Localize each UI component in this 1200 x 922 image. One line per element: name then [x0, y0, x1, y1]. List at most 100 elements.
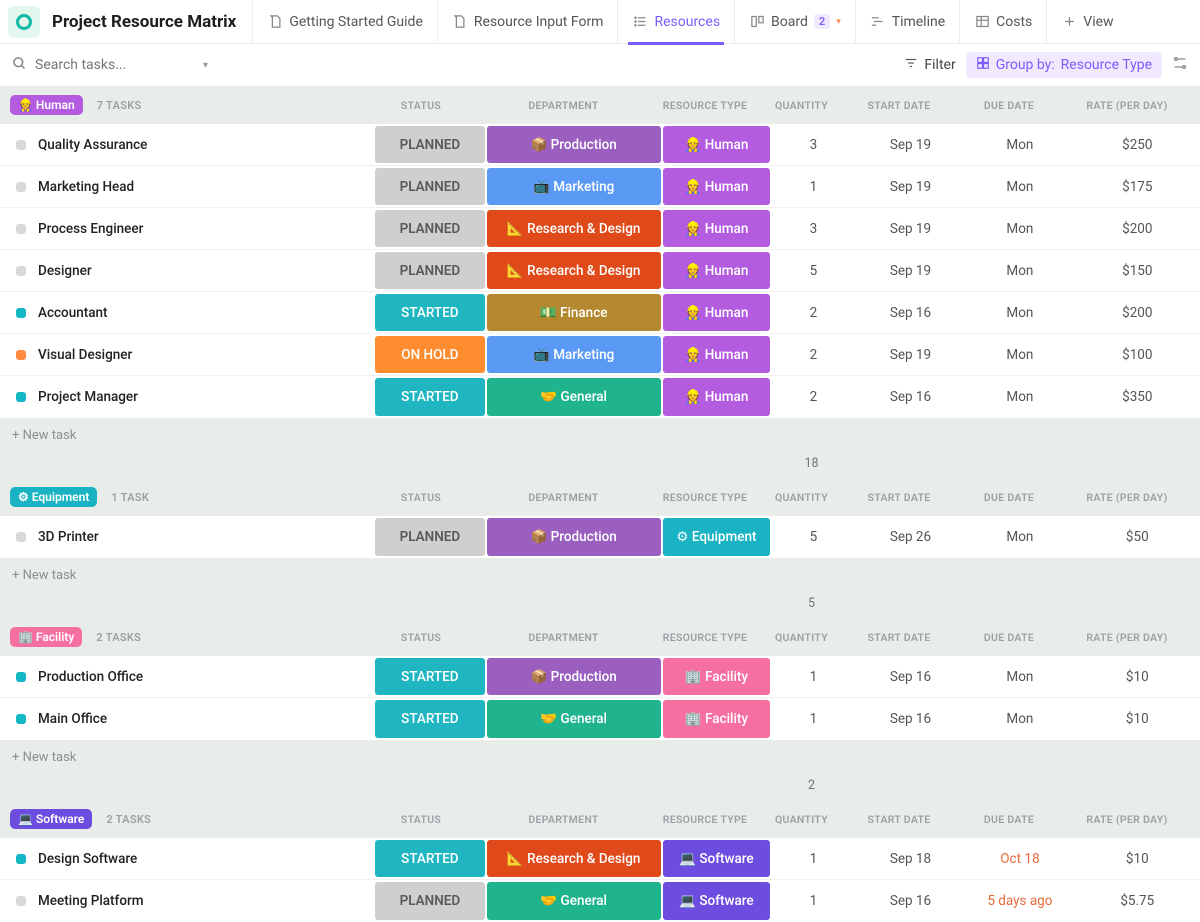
department-cell[interactable]: 📐 Research & Design: [487, 252, 661, 289]
due-date-cell[interactable]: Mon: [965, 334, 1074, 375]
quantity-cell[interactable]: 1: [771, 880, 856, 922]
department-cell[interactable]: 💵 Finance: [487, 294, 661, 331]
status-cell[interactable]: STARTED: [375, 658, 484, 695]
app-logo[interactable]: [8, 6, 40, 38]
quantity-cell[interactable]: 1: [771, 698, 856, 740]
task-row[interactable]: DesignerPLANNED📐 Research & Design👷 Huma…: [0, 250, 1200, 292]
tab-view[interactable]: View: [1046, 0, 1127, 44]
resource-type-cell[interactable]: 👷 Human: [663, 336, 770, 373]
department-cell[interactable]: 📺 Marketing: [487, 336, 661, 373]
task-row[interactable]: Main OfficeSTARTED🤝 General🏢 Facility1Se…: [0, 698, 1200, 740]
rate-cell[interactable]: $100: [1075, 334, 1200, 375]
resource-type-cell[interactable]: 🏢 Facility: [663, 658, 770, 695]
rate-cell[interactable]: $350: [1075, 376, 1200, 418]
task-name[interactable]: Meeting Platform: [0, 880, 374, 922]
chevron-down-icon[interactable]: ▾: [836, 17, 841, 27]
resource-type-cell[interactable]: 👷 Human: [663, 252, 770, 289]
resource-type-cell[interactable]: ⚙ Equipment: [663, 518, 770, 556]
quantity-cell[interactable]: 1: [771, 656, 856, 697]
task-name[interactable]: Production Office: [0, 656, 374, 697]
due-date-cell[interactable]: Mon: [965, 656, 1074, 697]
resource-type-cell[interactable]: 🏢 Facility: [663, 700, 770, 738]
start-date-cell[interactable]: Sep 26: [856, 516, 965, 558]
department-cell[interactable]: 📐 Research & Design: [487, 840, 661, 877]
group-pill[interactable]: 👷 Human: [10, 95, 83, 115]
quantity-cell[interactable]: 2: [771, 376, 856, 418]
rate-cell[interactable]: $200: [1075, 208, 1200, 249]
tab-timeline[interactable]: Timeline: [855, 0, 959, 44]
resource-type-cell[interactable]: 👷 Human: [663, 378, 770, 416]
start-date-cell[interactable]: Sep 16: [856, 698, 965, 740]
task-name[interactable]: Main Office: [0, 698, 374, 740]
status-cell[interactable]: PLANNED: [375, 252, 484, 289]
start-date-cell[interactable]: Sep 19: [856, 208, 965, 249]
quantity-cell[interactable]: 2: [771, 292, 856, 333]
due-date-cell[interactable]: Mon: [965, 124, 1074, 165]
new-task-button[interactable]: + New task: [0, 740, 1200, 774]
start-date-cell[interactable]: Sep 16: [856, 376, 965, 418]
task-row[interactable]: Visual DesignerON HOLD📺 Marketing👷 Human…: [0, 334, 1200, 376]
start-date-cell[interactable]: Sep 19: [856, 334, 965, 375]
status-cell[interactable]: PLANNED: [375, 168, 484, 205]
due-date-cell[interactable]: Oct 18: [965, 838, 1074, 879]
task-name[interactable]: Visual Designer: [0, 334, 374, 375]
group-pill[interactable]: ⚙ Equipment: [10, 487, 97, 507]
department-cell[interactable]: 🤝 General: [487, 882, 661, 920]
start-date-cell[interactable]: Sep 16: [856, 292, 965, 333]
task-name[interactable]: Design Software: [0, 838, 374, 879]
task-row[interactable]: Marketing HeadPLANNED📺 Marketing👷 Human1…: [0, 166, 1200, 208]
task-name[interactable]: Process Engineer: [0, 208, 374, 249]
department-cell[interactable]: 📺 Marketing: [487, 168, 661, 205]
chevron-down-icon[interactable]: ▾: [203, 60, 208, 71]
status-cell[interactable]: STARTED: [375, 294, 484, 331]
resource-type-cell[interactable]: 💻 Software: [663, 840, 770, 877]
status-cell[interactable]: PLANNED: [375, 126, 484, 163]
start-date-cell[interactable]: Sep 19: [856, 250, 965, 291]
status-cell[interactable]: PLANNED: [375, 518, 484, 556]
start-date-cell[interactable]: Sep 16: [856, 880, 965, 922]
start-date-cell[interactable]: Sep 16: [856, 656, 965, 697]
status-cell[interactable]: STARTED: [375, 840, 484, 877]
status-cell[interactable]: STARTED: [375, 700, 484, 738]
groupby-button[interactable]: Group by: Resource Type: [966, 52, 1162, 78]
department-cell[interactable]: 📐 Research & Design: [487, 210, 661, 247]
quantity-cell[interactable]: 3: [771, 208, 856, 249]
filter-button[interactable]: Filter: [894, 52, 965, 78]
due-date-cell[interactable]: Mon: [965, 166, 1074, 207]
resource-type-cell[interactable]: 👷 Human: [663, 294, 770, 331]
department-cell[interactable]: 📦 Production: [487, 126, 661, 163]
settings-icon[interactable]: [1172, 55, 1188, 75]
department-cell[interactable]: 📦 Production: [487, 518, 661, 556]
tab-board[interactable]: Board2▾: [734, 0, 855, 44]
quantity-cell[interactable]: 3: [771, 124, 856, 165]
task-row[interactable]: Meeting PlatformPLANNED🤝 General💻 Softwa…: [0, 880, 1200, 922]
tab-resource-input-form[interactable]: Resource Input Form: [437, 0, 618, 44]
task-row[interactable]: 3D PrinterPLANNED📦 Production⚙ Equipment…: [0, 516, 1200, 558]
tab-costs[interactable]: Costs: [959, 0, 1046, 44]
resource-type-cell[interactable]: 👷 Human: [663, 210, 770, 247]
task-name[interactable]: Designer: [0, 250, 374, 291]
due-date-cell[interactable]: Mon: [965, 698, 1074, 740]
quantity-cell[interactable]: 1: [771, 166, 856, 207]
department-cell[interactable]: 🤝 General: [487, 700, 661, 738]
task-row[interactable]: Design SoftwareSTARTED📐 Research & Desig…: [0, 838, 1200, 880]
task-row[interactable]: Process EngineerPLANNED📐 Research & Desi…: [0, 208, 1200, 250]
task-name[interactable]: Project Manager: [0, 376, 374, 418]
resource-type-cell[interactable]: 👷 Human: [663, 168, 770, 205]
rate-cell[interactable]: $10: [1075, 698, 1200, 740]
rate-cell[interactable]: $5.75: [1075, 880, 1200, 922]
task-row[interactable]: Quality AssurancePLANNED📦 Production👷 Hu…: [0, 124, 1200, 166]
task-name[interactable]: Accountant: [0, 292, 374, 333]
start-date-cell[interactable]: Sep 18: [856, 838, 965, 879]
quantity-cell[interactable]: 5: [771, 516, 856, 558]
due-date-cell[interactable]: Mon: [965, 208, 1074, 249]
rate-cell[interactable]: $10: [1075, 656, 1200, 697]
resource-type-cell[interactable]: 💻 Software: [663, 882, 770, 920]
group-pill[interactable]: 💻 Software: [10, 809, 92, 829]
group-pill[interactable]: 🏢 Facility: [10, 627, 82, 647]
search-input[interactable]: [35, 57, 195, 73]
due-date-cell[interactable]: Mon: [965, 292, 1074, 333]
task-row[interactable]: Project ManagerSTARTED🤝 General👷 Human2S…: [0, 376, 1200, 418]
status-cell[interactable]: PLANNED: [375, 210, 484, 247]
resource-type-cell[interactable]: 👷 Human: [663, 126, 770, 163]
